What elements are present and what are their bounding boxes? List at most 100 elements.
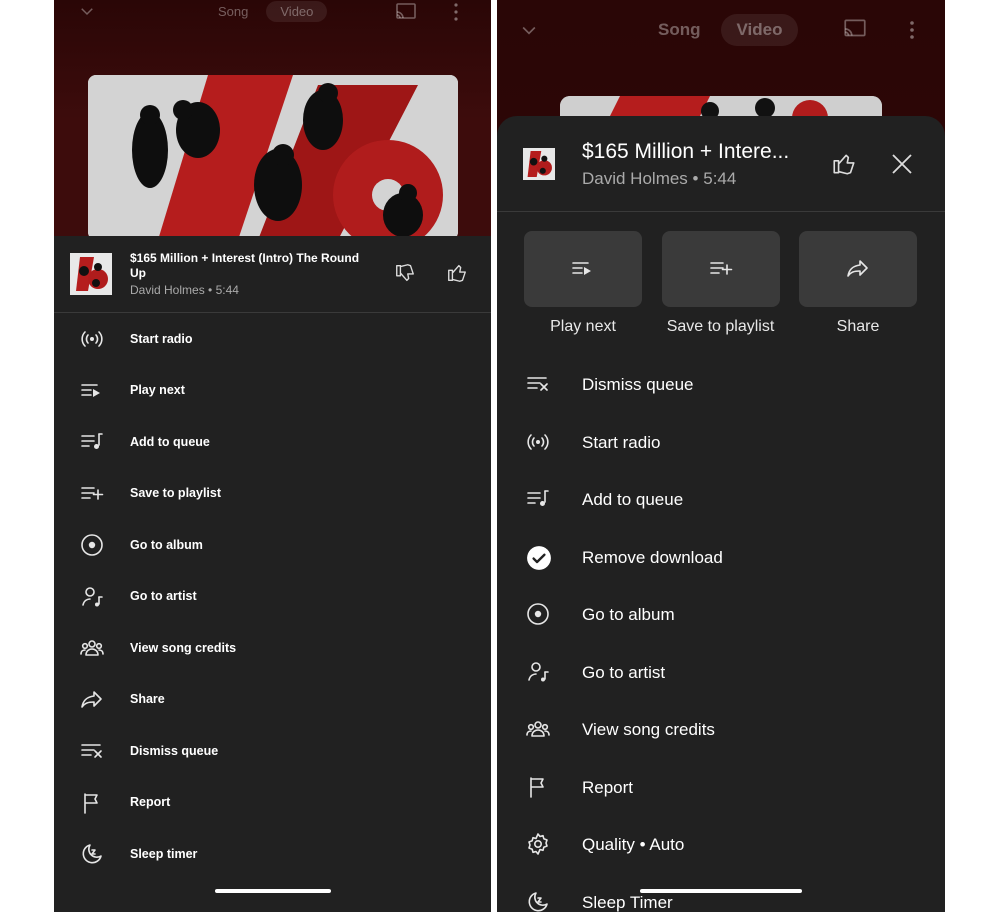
menu-item[interactable]: Go to artist bbox=[54, 571, 491, 622]
song-video-toggle: Song Video bbox=[204, 1, 328, 22]
action-tile[interactable] bbox=[661, 231, 780, 307]
menu-item-label: Report bbox=[130, 795, 171, 809]
radio-icon bbox=[80, 327, 104, 351]
track-subtitle: David Holmes • 5:44 bbox=[130, 283, 239, 297]
tab-song[interactable]: Song bbox=[642, 14, 717, 46]
download-check-icon bbox=[526, 545, 552, 571]
thumbs-up-icon[interactable] bbox=[446, 262, 468, 284]
menu-item-label: Add to queue bbox=[130, 434, 210, 449]
action-tile-label: Play next bbox=[550, 318, 616, 335]
artist-icon bbox=[526, 660, 550, 684]
menu-item-label: Dismiss queue bbox=[582, 375, 694, 394]
home-indicator bbox=[640, 889, 802, 893]
track-thumbnail bbox=[523, 148, 555, 180]
menu-item[interactable]: Add to queue bbox=[54, 416, 491, 467]
menu-item-label: Sleep Timer bbox=[582, 892, 673, 912]
flag-icon bbox=[80, 791, 104, 815]
menu-item-label: Sleep timer bbox=[130, 846, 198, 861]
menu-item[interactable]: View song credits bbox=[497, 702, 945, 758]
chevron-down-icon[interactable] bbox=[78, 2, 96, 20]
menu-item-label: View song credits bbox=[582, 720, 715, 739]
menu-item[interactable]: Share bbox=[54, 674, 491, 725]
tab-video[interactable]: Video bbox=[720, 14, 799, 46]
thumbs-up-icon[interactable] bbox=[831, 151, 857, 177]
add-to-queue-icon bbox=[526, 487, 550, 511]
menu-item[interactable]: Start radio bbox=[54, 313, 491, 364]
menu-item-label: Go to artist bbox=[582, 662, 666, 682]
credits-icon bbox=[80, 636, 104, 660]
track-artist: David Holmes bbox=[582, 169, 688, 188]
menu-item[interactable]: Sleep timer bbox=[54, 828, 491, 879]
menu-item[interactable]: Save to playlist bbox=[54, 468, 491, 519]
menu-item-label: Start radio bbox=[582, 432, 661, 452]
divider bbox=[497, 211, 945, 212]
sleep-timer-icon bbox=[526, 890, 550, 912]
menu-item[interactable]: Go to album bbox=[497, 587, 945, 643]
more-vert-icon[interactable] bbox=[449, 2, 463, 22]
menu-item[interactable]: Report bbox=[54, 777, 491, 828]
right-screen: Song Video $165 Million + Intere... Davi… bbox=[497, 0, 945, 912]
track-title: $165 Million + Interest (Intro) The Roun… bbox=[130, 251, 360, 280]
menu-item-label: Report bbox=[582, 777, 634, 797]
menu-item-label: Save to playlist bbox=[130, 486, 222, 500]
track-artist: David Holmes bbox=[130, 283, 205, 297]
menu-item[interactable]: View song credits bbox=[54, 622, 491, 673]
menu-item[interactable]: Remove download bbox=[497, 530, 945, 586]
cast-icon[interactable] bbox=[842, 18, 868, 40]
context-menu-sheet: $165 Million + Interest (Intro) The Roun… bbox=[54, 236, 491, 912]
menu-item[interactable]: Go to artist bbox=[497, 645, 945, 701]
more-vert-icon[interactable] bbox=[905, 19, 919, 41]
top-bar: Song Video bbox=[497, 0, 945, 46]
chevron-down-icon[interactable] bbox=[519, 20, 539, 40]
menu-item-label: View song credits bbox=[130, 640, 237, 655]
menu-item[interactable]: Quality • Auto bbox=[497, 817, 945, 873]
album-icon bbox=[80, 533, 104, 557]
track-subtitle: David Holmes • 5:44 bbox=[582, 169, 736, 189]
play-next-icon bbox=[571, 257, 595, 281]
radio-icon bbox=[526, 430, 550, 454]
menu-item[interactable]: Dismiss queue bbox=[497, 357, 945, 413]
menu-item-label: Dismiss queue bbox=[130, 743, 219, 758]
menu-item-label: Add to queue bbox=[582, 490, 684, 509]
album-art-large bbox=[88, 75, 458, 240]
flag-icon bbox=[526, 775, 550, 799]
menu-item-label: Remove download bbox=[582, 547, 723, 567]
tab-song[interactable]: Song bbox=[204, 1, 262, 22]
menu-item-label: Share bbox=[130, 692, 165, 706]
dismiss-queue-icon bbox=[526, 372, 550, 396]
tab-video[interactable]: Video bbox=[266, 1, 328, 22]
sleep-timer-icon bbox=[80, 842, 104, 866]
menu-item-label: Quality • Auto bbox=[582, 835, 685, 854]
menu-item-label: Go to album bbox=[130, 537, 203, 552]
cast-icon[interactable] bbox=[394, 2, 418, 22]
menu-item[interactable]: Start radio bbox=[497, 415, 945, 471]
menu-item[interactable]: Go to album bbox=[54, 519, 491, 570]
artist-icon bbox=[80, 585, 104, 609]
share-icon bbox=[846, 257, 870, 281]
playlist-add-icon bbox=[709, 257, 733, 281]
song-video-toggle: Song Video bbox=[642, 14, 799, 46]
track-title: $165 Million + Intere... bbox=[582, 140, 790, 163]
play-next-icon bbox=[80, 379, 104, 403]
menu-item[interactable]: Add to queue bbox=[497, 472, 945, 528]
share-icon bbox=[80, 688, 104, 712]
close-icon[interactable] bbox=[890, 152, 914, 176]
track-duration: 5:44 bbox=[215, 283, 239, 297]
menu-item[interactable]: Play next bbox=[54, 365, 491, 416]
add-to-queue-icon bbox=[80, 430, 104, 454]
meta-separator: • bbox=[208, 283, 213, 297]
menu-item[interactable]: Dismiss queue bbox=[54, 725, 491, 776]
playlist-add-icon bbox=[80, 482, 104, 506]
top-bar: Song Video bbox=[54, 0, 491, 40]
left-screen: Song Video $165 Million + Interest (Intr… bbox=[54, 0, 491, 912]
action-tile[interactable] bbox=[799, 231, 917, 307]
menu-item[interactable]: Report bbox=[497, 760, 945, 816]
action-tile[interactable] bbox=[524, 231, 642, 307]
credits-icon bbox=[526, 717, 550, 741]
menu-item-label: Play next bbox=[130, 383, 185, 397]
context-menu-sheet: $165 Million + Intere... David Holmes • … bbox=[497, 116, 945, 912]
album-icon bbox=[526, 602, 550, 626]
action-tile-label: Save to playlist bbox=[666, 318, 775, 335]
menu-item[interactable]: Sleep Timer bbox=[497, 875, 945, 912]
thumbs-down-icon[interactable] bbox=[394, 262, 416, 284]
